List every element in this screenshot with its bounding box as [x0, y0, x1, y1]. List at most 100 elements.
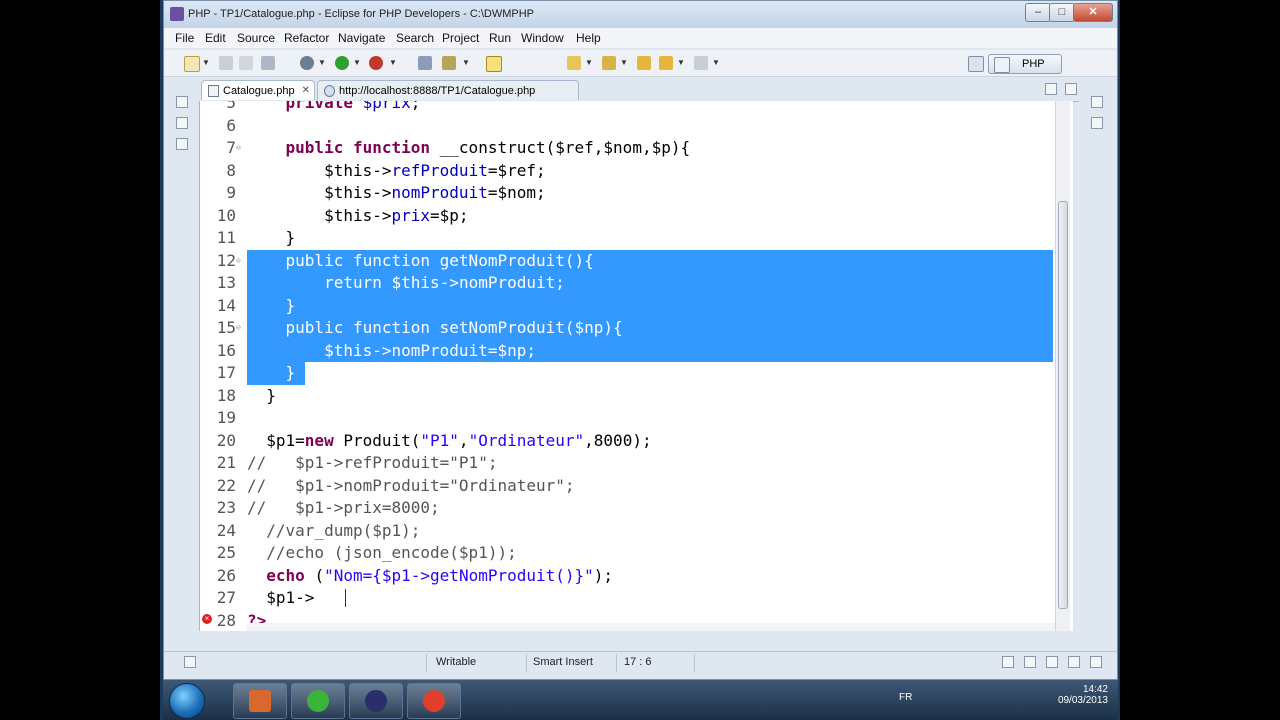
menu-project[interactable]: Project [442, 31, 479, 45]
php-explorer-icon[interactable] [176, 117, 188, 129]
code-line[interactable]: 18 } [200, 385, 1060, 408]
print-icon[interactable] [261, 56, 275, 70]
status-icon-3[interactable] [1046, 656, 1058, 668]
minimize-button[interactable]: – [1025, 3, 1051, 22]
code-line[interactable]: 14 } [200, 294, 1060, 317]
code-line[interactable]: 25 //echo (json_encode($p1)); [200, 542, 1060, 565]
run-icon[interactable] [335, 56, 349, 70]
code-text: $this->nomProduit=$nom; [247, 182, 546, 204]
save-all-icon[interactable] [239, 56, 253, 70]
status-icon-5[interactable] [1090, 656, 1102, 668]
error-icon[interactable]: × [202, 613, 212, 624]
language-indicator[interactable]: FR [899, 692, 912, 703]
new-icon[interactable] [184, 56, 200, 72]
fold-toggle-icon[interactable]: ⊖ [236, 317, 241, 339]
code-line[interactable]: 24 //var_dump($p1); [200, 520, 1060, 543]
code-editor[interactable]: 5 private $prix; 6 7 ⊖ public function __co… [199, 101, 1073, 631]
taskbar-app-1[interactable] [233, 683, 287, 719]
code-token: // $p1->refProduit="P1"; [247, 453, 498, 472]
fold-toggle-icon[interactable]: ⊖ [236, 250, 241, 272]
code-token: getNomProduit(){ [439, 250, 594, 270]
outline-icon[interactable] [1091, 117, 1103, 129]
code-line[interactable]: 26 echo ("Nom={$p1->getNomProduit()}"); [200, 565, 1060, 588]
code-line[interactable]: 16 $this->nomProduit=$np; [200, 339, 1060, 362]
menu-navigate[interactable]: Navigate [338, 31, 385, 45]
code-line[interactable]: 15 ⊖ public function setNomProduit($np){ [200, 317, 1060, 340]
open-type-icon[interactable] [418, 56, 432, 70]
menu-help[interactable]: Help [576, 31, 601, 45]
forward-icon[interactable] [694, 56, 708, 70]
code-line[interactable]: 7 ⊖ public function __construct($ref,$nom… [200, 137, 1060, 160]
code-line[interactable]: 5 private $prix; [200, 101, 1060, 115]
fast-view-icon[interactable] [184, 656, 196, 668]
system-clock[interactable]: 14:42 09/03/2013 [1058, 684, 1108, 706]
status-icon-1[interactable] [1002, 656, 1014, 668]
type-hierarchy-icon[interactable] [176, 138, 188, 150]
open-perspective-icon[interactable] [968, 56, 984, 72]
code-line[interactable]: 9 $this->nomProduit=$nom; [200, 182, 1060, 205]
tab-close-icon[interactable]: ✕ [302, 81, 310, 101]
code-line[interactable]: 10 $this->prix=$p; [200, 205, 1060, 228]
code-line[interactable]: 20 $p1=new Produit("P1","Ordinateur",800… [200, 430, 1060, 453]
php-perspective-button[interactable]: PHP [988, 54, 1062, 74]
restore-icon[interactable] [176, 96, 188, 108]
next-annotation-icon[interactable] [567, 56, 581, 70]
status-icon-2[interactable] [1024, 656, 1036, 668]
run-dropdown-arrow[interactable]: ▼ [353, 58, 361, 67]
restore-right-icon[interactable] [1091, 96, 1103, 108]
tab-browser[interactable]: http://localhost:8888/TP1/Catalogue.php [317, 80, 579, 100]
forward-dropdown-arrow[interactable]: ▼ [712, 58, 720, 67]
maximize-button[interactable]: □ [1049, 3, 1075, 22]
title-bar: PHP - TP1/Catalogue.php - Eclipse for PH… [164, 1, 1117, 28]
taskbar-app-3[interactable] [349, 683, 403, 719]
maximize-editor-icon[interactable] [1065, 83, 1077, 95]
line-number: 16 [216, 340, 236, 360]
close-button[interactable]: ✕ [1073, 3, 1113, 22]
menu-edit[interactable]: Edit [205, 31, 226, 45]
search-dropdown-arrow[interactable]: ▼ [462, 58, 470, 67]
code-line[interactable]: 19 [200, 407, 1060, 430]
code-line[interactable]: 22 // $p1->nomProduit="Ordinateur"; [200, 475, 1060, 498]
mark-occurrences-icon[interactable] [486, 56, 502, 72]
code-line[interactable]: 27 $p1-> [200, 587, 1060, 610]
status-icon-4[interactable] [1068, 656, 1080, 668]
menu-window[interactable]: Window [521, 31, 564, 45]
menu-refactor[interactable]: Refactor [284, 31, 329, 45]
last-edit-location-icon[interactable] [637, 56, 651, 70]
horizontal-scrollbar[interactable] [246, 623, 1055, 631]
new-dropdown-arrow[interactable]: ▼ [202, 58, 210, 67]
back-dropdown-arrow[interactable]: ▼ [677, 58, 685, 67]
external-tools-icon[interactable] [369, 56, 383, 70]
taskbar-app-2[interactable] [291, 683, 345, 719]
debug-icon[interactable] [300, 56, 314, 70]
code-text: // $p1->prix=8000; [247, 497, 440, 519]
code-line[interactable]: 8 $this->refProduit=$ref; [200, 160, 1060, 183]
code-line[interactable]: 6 [200, 115, 1060, 138]
minimize-editor-icon[interactable] [1045, 83, 1057, 95]
menu-source[interactable]: Source [237, 31, 275, 45]
search-icon[interactable] [442, 56, 456, 70]
code-line[interactable]: 21 // $p1->refProduit="P1"; [200, 452, 1060, 475]
code-line[interactable]: 11 } [200, 227, 1060, 250]
code-token: $this-> [247, 160, 392, 180]
save-icon[interactable] [219, 56, 233, 70]
menu-search[interactable]: Search [396, 31, 434, 45]
vertical-scrollbar[interactable] [1055, 101, 1070, 631]
debug-dropdown-arrow[interactable]: ▼ [318, 58, 326, 67]
previous-annotation-icon[interactable] [602, 56, 616, 70]
previous-annotation-dropdown-arrow[interactable]: ▼ [620, 58, 628, 67]
external-tools-dropdown-arrow[interactable]: ▼ [389, 58, 397, 67]
code-line[interactable]: 12 ⊖ public function getNomProduit(){ [200, 249, 1060, 272]
code-line[interactable]: 17 } [200, 362, 1060, 385]
back-icon[interactable] [659, 56, 673, 70]
code-line[interactable]: 13 return $this->nomProduit; [200, 272, 1060, 295]
taskbar-app-4[interactable] [407, 683, 461, 719]
menu-file[interactable]: File [175, 31, 194, 45]
start-button[interactable] [169, 683, 205, 719]
next-annotation-dropdown-arrow[interactable]: ▼ [585, 58, 593, 67]
tab-catalogue-php[interactable]: Catalogue.php ✕ [201, 80, 315, 100]
scrollbar-thumb[interactable] [1058, 201, 1068, 609]
fold-toggle-icon[interactable]: ⊖ [236, 137, 241, 159]
menu-run[interactable]: Run [489, 31, 511, 45]
code-line[interactable]: 23 // $p1->prix=8000; [200, 497, 1060, 520]
